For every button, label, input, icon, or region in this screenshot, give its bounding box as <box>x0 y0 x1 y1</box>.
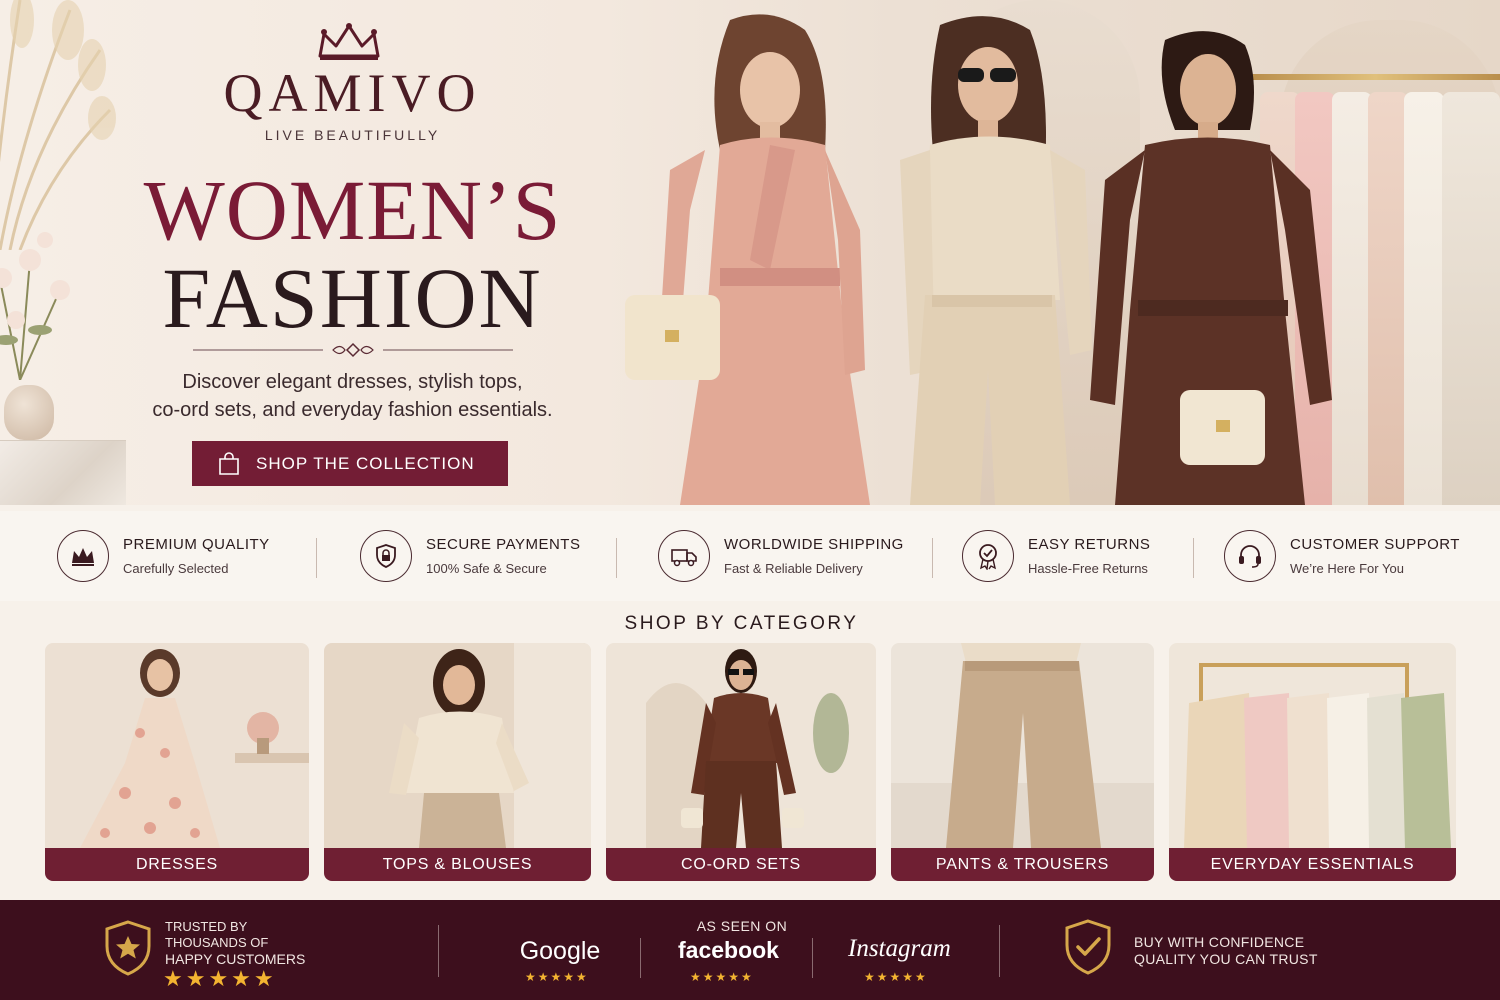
category-label: PANTS & TROUSERS <box>891 848 1154 881</box>
trust-divider <box>999 925 1000 977</box>
feature-title: PREMIUM QUALITY <box>123 536 270 553</box>
feature-divider <box>616 538 617 578</box>
feature-customer-support: CUSTOMER SUPPORT We’re Here For You <box>1224 511 1460 601</box>
logo-divider <box>640 938 641 978</box>
feature-text: CUSTOMER SUPPORT We’re Here For You <box>1290 536 1460 576</box>
ornament-divider <box>193 342 513 358</box>
logo-divider <box>812 938 813 978</box>
confidence-line2: QUALITY YOU CAN TRUST <box>1134 951 1318 967</box>
shield-check-icon <box>1065 919 1111 975</box>
category-section-title: SHOP BY CATEGORY <box>624 613 859 634</box>
category-card-tops-blouses[interactable]: TOPS & BLOUSES <box>324 643 591 881</box>
brand-tagline: LIVE BEAUTIFULLY <box>264 127 441 143</box>
trusted-by-text: TRUSTED BY THOUSANDS OF HAPPY CUSTOMERS <box>165 919 335 967</box>
feature-divider <box>1193 538 1194 578</box>
model-brown-dress <box>1090 31 1332 505</box>
feature-icon-circle <box>1224 530 1276 582</box>
as-seen-on-label: AS SEEN ON <box>696 918 788 934</box>
category-image-dresses <box>45 643 309 848</box>
hero-text-panel: QAMIVO LIVE BEAUTIFULLY WOMEN’S FASHION … <box>0 0 640 505</box>
feature-easy-returns: EASY RETURNS Hassle-Free Returns <box>962 511 1150 601</box>
feature-text: SECURE PAYMENTS 100% Safe & Secure <box>426 536 580 576</box>
trusted-line3: HAPPY CUSTOMERS <box>165 951 306 967</box>
category-card-co-ord-sets[interactable]: CO-ORD SETS <box>606 643 876 881</box>
headset-icon <box>1239 545 1261 568</box>
feature-divider <box>316 538 317 578</box>
hero-subtext-line2: co-ord sets, and everyday fashion essent… <box>152 399 553 421</box>
feature-title: SECURE PAYMENTS <box>426 536 581 553</box>
trust-divider <box>438 925 439 977</box>
category-card-everyday-essentials[interactable]: EVERYDAY ESSENTIALS <box>1169 643 1456 881</box>
hero-subtext: Discover elegant dresses, stylish tops, … <box>0 368 705 424</box>
category-image-tops-blouses <box>324 643 591 848</box>
marble-pedestal <box>0 440 126 505</box>
rating-stars: ★★★★★ <box>163 966 277 991</box>
hero-photo-models <box>620 0 1500 505</box>
feature-icon-circle <box>658 530 710 582</box>
feature-title: WORLDWIDE SHIPPING <box>724 536 904 553</box>
shield-star-icon <box>105 920 151 976</box>
hanging-garment <box>1442 92 1500 505</box>
shop-collection-label: SHOP THE COLLECTION <box>256 453 475 473</box>
hero-subtext-line1: Discover elegant dresses, stylish tops, <box>182 371 523 393</box>
google-rating-stars: ★★★★★ <box>525 970 589 984</box>
category-image-co-ord-sets <box>606 643 876 848</box>
feature-divider <box>932 538 933 578</box>
category-card-dresses[interactable]: DRESSES <box>45 643 309 881</box>
feature-subtitle: 100% Safe & Secure <box>426 561 547 576</box>
hero-banner: QAMIVO LIVE BEAUTIFULLY WOMEN’S FASHION … <box>0 0 1500 505</box>
features-strip: PREMIUM QUALITY Carefully Selected SECUR… <box>0 511 1500 601</box>
trusted-line2: THOUSANDS OF <box>165 935 269 950</box>
badge-check-icon <box>979 544 997 570</box>
feature-icon-circle <box>360 530 412 582</box>
feature-text: WORLDWIDE SHIPPING Fast & Reliable Deliv… <box>724 536 904 576</box>
feature-worldwide-shipping: WORLDWIDE SHIPPING Fast & Reliable Deliv… <box>658 511 904 601</box>
category-label: TOPS & BLOUSES <box>324 848 591 881</box>
trusted-line1: TRUSTED BY <box>165 919 248 934</box>
shield-lock-icon <box>376 544 396 568</box>
hanging-garment <box>1368 92 1408 505</box>
shop-collection-button[interactable]: SHOP THE COLLECTION <box>192 441 508 486</box>
confidence-text: BUY WITH CONFIDENCE QUALITY YOU CAN TRUS… <box>1134 934 1318 968</box>
crown-icon <box>72 548 94 566</box>
category-image-pants-trousers <box>891 643 1154 848</box>
feature-text: PREMIUM QUALITY Carefully Selected <box>123 536 270 576</box>
feature-text: EASY RETURNS Hassle-Free Returns <box>1028 536 1150 576</box>
category-label: CO-ORD SETS <box>606 848 876 881</box>
feature-secure-payments: SECURE PAYMENTS 100% Safe & Secure <box>360 511 580 601</box>
feature-icon-circle <box>57 530 109 582</box>
feature-subtitle: Hassle-Free Returns <box>1028 561 1148 576</box>
category-label: EVERYDAY ESSENTIALS <box>1169 848 1456 881</box>
feature-title: EASY RETURNS <box>1028 536 1151 553</box>
instagram-rating-stars: ★★★★★ <box>864 970 928 984</box>
google-logo: Google <box>519 937 601 965</box>
hero-headline-line1: WOMEN’S <box>143 162 562 258</box>
truck-icon <box>671 549 697 567</box>
feature-premium-quality: PREMIUM QUALITY Carefully Selected <box>57 511 270 601</box>
hanging-garment <box>1404 92 1444 505</box>
feature-subtitle: We’re Here For You <box>1290 561 1404 576</box>
feature-subtitle: Carefully Selected <box>123 561 229 576</box>
instagram-logo: Instagram <box>848 935 951 962</box>
feature-title: CUSTOMER SUPPORT <box>1290 536 1460 553</box>
hero-headline-line2: FASHION <box>162 250 543 346</box>
facebook-rating-stars: ★★★★★ <box>690 970 754 984</box>
shopping-bag-icon <box>219 451 239 475</box>
feature-subtitle: Fast & Reliable Delivery <box>724 561 863 576</box>
feature-icon-circle <box>962 530 1014 582</box>
category-card-pants-trousers[interactable]: PANTS & TROUSERS <box>891 643 1154 881</box>
confidence-line1: BUY WITH CONFIDENCE <box>1134 934 1305 950</box>
facebook-logo: facebook <box>678 937 779 963</box>
brand-name: QAMIVO <box>223 63 482 123</box>
category-image-everyday-essentials <box>1169 643 1456 848</box>
category-label: DRESSES <box>45 848 309 881</box>
crown-logo-icon <box>318 23 380 60</box>
